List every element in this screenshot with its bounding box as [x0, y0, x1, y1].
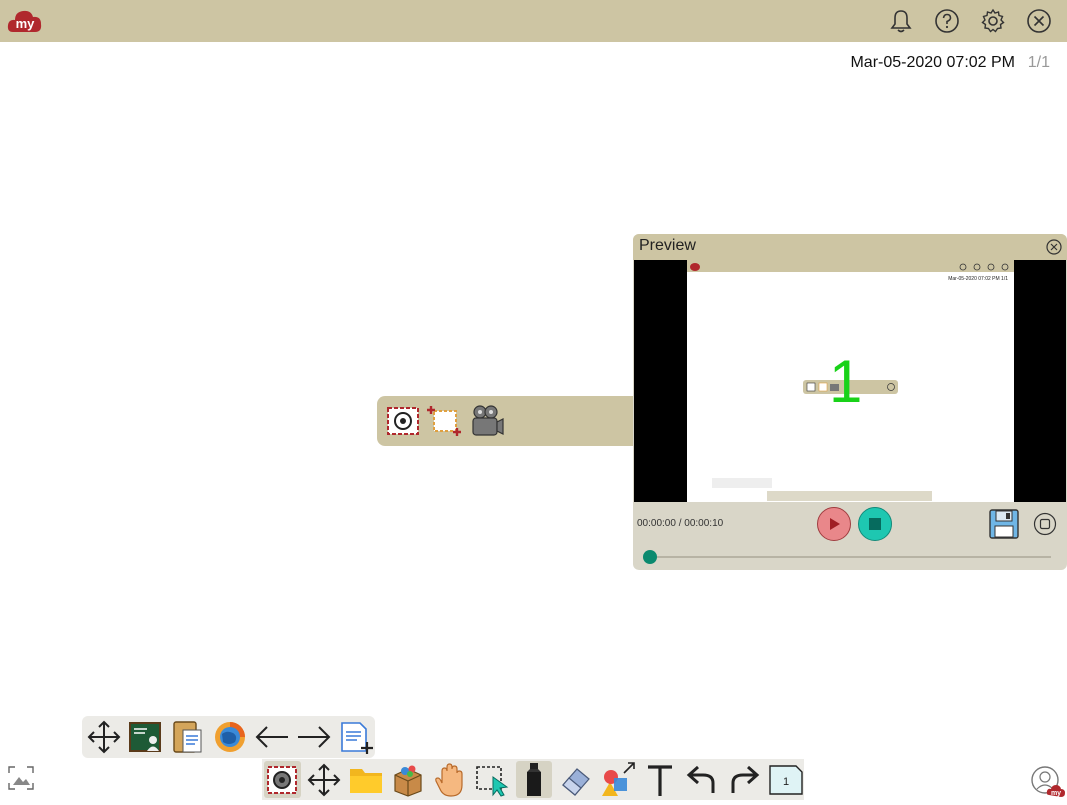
- move-icon[interactable]: [86, 719, 122, 755]
- top-bar: my: [0, 0, 1067, 42]
- settings-icon[interactable]: [975, 6, 1011, 36]
- progress-track[interactable]: [647, 556, 1051, 558]
- add-page-icon[interactable]: [338, 719, 374, 755]
- marker-icon[interactable]: [515, 761, 553, 798]
- secondary-toolbar: [82, 716, 375, 758]
- whiteboard-icon[interactable]: [128, 719, 164, 755]
- box-icon[interactable]: [390, 761, 427, 798]
- thumbnail-sub-toolbar: [712, 478, 772, 488]
- select-icon[interactable]: [474, 761, 511, 798]
- region-capture-icon[interactable]: [427, 403, 463, 439]
- close-icon[interactable]: [1021, 6, 1057, 36]
- play-button[interactable]: [817, 507, 851, 541]
- user-avatar-icon[interactable]: my: [1030, 764, 1066, 800]
- capture-icon[interactable]: [264, 761, 301, 798]
- redo-icon[interactable]: [725, 761, 762, 798]
- page-count: 1/1: [1027, 54, 1050, 71]
- arrow-right-icon[interactable]: [296, 719, 332, 755]
- main-toolbar: 1: [262, 759, 804, 800]
- countdown-number: 1: [829, 348, 863, 415]
- browser-icon[interactable]: [212, 719, 248, 755]
- page-icon[interactable]: 1: [767, 761, 804, 798]
- thumbnail-date: Mar-05-2020 07:02 PM 1/1: [948, 276, 1008, 282]
- logo-text: my: [16, 16, 36, 31]
- background-image-icon[interactable]: [7, 765, 35, 791]
- avatar-badge-text: my: [1051, 790, 1061, 797]
- shape-icon[interactable]: [599, 761, 636, 798]
- thumbnail-topbar: [687, 260, 1014, 272]
- stop-button[interactable]: [858, 507, 892, 541]
- save-icon[interactable]: [988, 508, 1020, 540]
- capture-toolbar: [377, 396, 635, 446]
- text-icon[interactable]: [641, 761, 678, 798]
- thumbnail-main-toolbar: [767, 491, 932, 501]
- progress-handle[interactable]: [643, 550, 657, 564]
- close-preview-icon[interactable]: [1045, 238, 1063, 256]
- app-logo[interactable]: my: [7, 6, 43, 36]
- move-icon[interactable]: [306, 761, 343, 798]
- page-number: 1: [782, 776, 788, 788]
- eraser-icon[interactable]: [557, 761, 594, 798]
- datetime-label: Mar-05-2020 07:02 PM: [850, 54, 1015, 71]
- help-icon[interactable]: [929, 6, 965, 36]
- recording-time: 00:00:00 / 00:00:10: [637, 518, 724, 529]
- bell-icon[interactable]: [883, 6, 919, 36]
- preview-thumbnail: Mar-05-2020 07:02 PM 1/1 1: [687, 260, 1014, 502]
- clipboard-icon[interactable]: [170, 719, 206, 755]
- preview-screen: Mar-05-2020 07:02 PM 1/1 1: [634, 260, 1066, 502]
- preview-header: Preview: [633, 234, 1067, 260]
- video-record-icon[interactable]: [469, 403, 505, 439]
- undo-icon[interactable]: [683, 761, 720, 798]
- arrow-left-icon[interactable]: [254, 719, 290, 755]
- folder-icon[interactable]: [348, 761, 385, 798]
- hand-icon[interactable]: [432, 761, 469, 798]
- screenshot-icon[interactable]: [385, 403, 421, 439]
- preview-panel: Preview Mar-05-2020 07:02 PM 1/1 1 00:00…: [633, 234, 1067, 570]
- expand-icon[interactable]: [1033, 512, 1057, 536]
- preview-title: Preview: [639, 237, 696, 254]
